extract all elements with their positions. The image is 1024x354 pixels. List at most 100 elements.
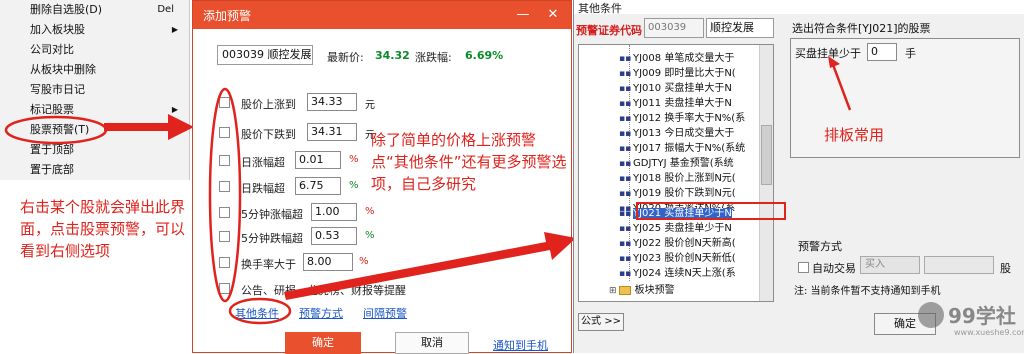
formula-icon: ▪▪: [619, 239, 632, 249]
latest-price-value: 34.32: [375, 49, 410, 62]
formula-icon: ▪▪: [619, 144, 632, 154]
ok-button[interactable]: 确定: [285, 332, 361, 354]
tree-folder[interactable]: ⊞ 板块预警: [609, 283, 675, 298]
menu-item-label: 公司对比: [30, 43, 74, 56]
close-icon[interactable]: ✕: [543, 5, 563, 25]
minimize-icon[interactable]: —: [513, 5, 533, 25]
unit-label: %: [349, 180, 359, 191]
logo-name: 99学社: [948, 304, 1016, 328]
annotation-text: 排板常用: [824, 126, 885, 144]
menu-item-label: 加入板块股: [30, 23, 85, 36]
param-unit: 手: [905, 47, 916, 60]
tree-item[interactable]: ▪▪ YJ023 股价创N天新低(: [619, 251, 736, 266]
dialog-title: 其他条件: [578, 2, 622, 15]
formula-icon: ▪▪: [619, 129, 632, 139]
tree-scrollbar[interactable]: [759, 45, 773, 301]
tree-item[interactable]: ▪▪ YJ019 股价下跌到N元(: [619, 186, 736, 201]
tree-item[interactable]: ▪▪ YJ024 连续N天上涨(系: [619, 266, 736, 281]
expand-icon: ⊞: [609, 286, 620, 296]
tree-item[interactable]: ▪▪ YJ018 股价上涨到N元(: [619, 171, 736, 186]
auto-trade-label: 自动交易: [812, 262, 856, 275]
stock-field[interactable]: 003039 顺控发展: [217, 45, 313, 65]
five-min-rise-input[interactable]: 1.00: [311, 203, 357, 221]
tree-item[interactable]: ▪▪ YJ008 单笔成交量大于: [619, 51, 734, 66]
condition-label: 日涨幅超: [241, 156, 285, 169]
menu-item-label: 置于底部: [30, 163, 74, 176]
price-down-input[interactable]: 34.31: [307, 123, 357, 141]
site-logo: 99学社 www.xueshe9.com: [918, 300, 1024, 350]
menu-item-add-to-block[interactable]: 加入板块股 ▶: [0, 20, 188, 40]
menu-item-label: 删除自选股(D): [30, 3, 103, 16]
unit-label: %: [349, 154, 359, 165]
tree-item[interactable]: ▪▪ YJ010 买盘挂单大于N: [619, 81, 732, 96]
condition-tree[interactable]: ▪▪ YJ008 单笔成交量大于 ▪▪ YJ009 即时量比大于N( ▪▪ YJ010…: [578, 44, 774, 302]
submenu-arrow-icon: ▶: [171, 25, 178, 34]
param-input[interactable]: 0: [867, 43, 897, 61]
context-menu-panel: 删除自选股(D) Del 加入板块股 ▶ 公司对比 从板块中删除 写股市日记 标…: [0, 0, 190, 353]
formula-icon: ▪▪: [619, 174, 632, 184]
arrow-annotation: [104, 114, 194, 140]
menu-item-delete[interactable]: 删除自选股(D) Del: [0, 0, 188, 20]
day-rise-input[interactable]: 0.01: [295, 151, 341, 169]
tree-item[interactable]: ▪▪ YJ009 即时量比大于N(: [619, 66, 736, 81]
scroll-thumb[interactable]: [761, 125, 772, 185]
warn-header: 预警方式: [798, 240, 842, 253]
tree-item[interactable]: ▪▪ YJ017 振幅大于N%(系统: [619, 141, 745, 156]
menu-item-remove-from-block[interactable]: 从板块中删除: [0, 60, 188, 80]
dialog-title: 添加预警: [203, 9, 252, 23]
logo-icon: [918, 302, 944, 328]
menu-item-shortcut: Del: [157, 4, 174, 15]
formula-icon: ▪▪: [619, 254, 632, 264]
unit-label: %: [365, 206, 375, 217]
formula-icon: ▪▪: [619, 209, 632, 219]
tree-item[interactable]: ▪▪ YJ013 今日成交量大于: [619, 126, 734, 141]
name-field[interactable]: 顺控发展: [706, 18, 774, 38]
condition-label: 5分钟涨幅超: [241, 208, 303, 221]
auto-trade-checkbox[interactable]: [798, 262, 809, 273]
tree-item[interactable]: ▪▪ YJ012 换手率大于N%(系: [619, 111, 745, 126]
formula-button[interactable]: 公式 >>: [578, 313, 624, 331]
menu-item-label: 从板块中删除: [30, 63, 96, 76]
arrow-annotation: [828, 56, 852, 111]
annotation-text: 除了简单的价格上涨预警点“其他条件”还有更多预警选项，自己多研究: [371, 131, 567, 193]
alert-method-link[interactable]: 预警方式: [299, 305, 343, 321]
code-field[interactable]: 003039: [644, 18, 704, 38]
context-menu: 删除自选股(D) Del 加入板块股 ▶ 公司对比 从板块中删除 写股市日记 标…: [0, 0, 190, 180]
menu-item-diary[interactable]: 写股市日记: [0, 80, 188, 100]
menu-item-move-bottom[interactable]: 置于底部: [0, 160, 188, 180]
day-fall-input[interactable]: 6.75: [295, 177, 341, 195]
tree-item[interactable]: ▪▪ GDJTYJ 基金预警(系统: [619, 156, 734, 171]
arrow-annotation: [284, 232, 576, 300]
dialog-titlebar: 其他条件: [574, 0, 1024, 15]
note-text: 注: 当前条件暂不支持通知到手机: [794, 286, 941, 297]
notify-phone-link[interactable]: 通知到手机: [493, 337, 548, 353]
formula-icon: ▪▪: [619, 269, 632, 279]
highlight-oval: [4, 115, 108, 145]
menu-item-label: 写股市日记: [30, 83, 85, 96]
change-value: 6.69%: [465, 49, 504, 62]
formula-icon: ▪▪: [619, 99, 632, 109]
folder-icon: [619, 285, 632, 295]
trade-select[interactable]: 买入: [860, 256, 920, 274]
price-up-input[interactable]: 34.33: [307, 93, 357, 111]
change-label: 涨跌幅:: [415, 51, 452, 64]
quantity-input[interactable]: [924, 256, 994, 274]
tree-item[interactable]: ▪▪ YJ011 卖盘挂单大于N: [619, 96, 732, 111]
highlight-oval: [208, 87, 242, 303]
cancel-button[interactable]: 取消: [395, 332, 469, 354]
share-unit: 股: [1000, 262, 1011, 275]
formula-icon: ▪▪: [619, 189, 632, 199]
tree-item[interactable]: ▪▪ YJ022 股价创N天新高(: [619, 236, 736, 251]
condition-label: 股价上涨到: [241, 98, 296, 111]
code-label: 预警证券代码: [576, 24, 642, 37]
annotation-text: 右击某个股就会弹出此界面，点击股票预警，可以看到右侧选项: [20, 198, 186, 260]
logo-url: www.xueshe9.com: [954, 328, 1024, 337]
interval-alert-link[interactable]: 间隔预警: [363, 305, 407, 321]
formula-icon: ▪▪: [619, 159, 632, 169]
highlight-box: [636, 202, 786, 220]
tree-item[interactable]: ▪▪ YJ025 卖盘挂单少于N: [619, 221, 732, 236]
formula-icon: ▪▪: [619, 224, 632, 234]
condition-label: 股价下跌到: [241, 128, 296, 141]
right-panel-title: 选出符合条件[YJ021]的股票: [792, 22, 931, 35]
menu-item-compare[interactable]: 公司对比: [0, 40, 188, 60]
